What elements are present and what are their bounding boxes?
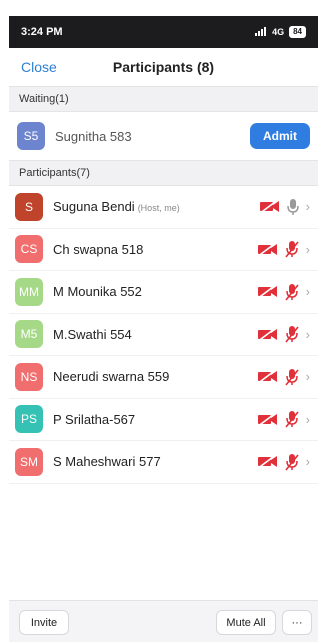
muted-mic-icon: [285, 283, 299, 301]
participant-name-text: M Mounika 552: [53, 284, 142, 300]
chevron-right-icon[interactable]: ›: [306, 370, 310, 383]
participant-name: Ch swapna 518: [53, 242, 258, 257]
participant-row[interactable]: SM S Maheshwari 577 ›: [9, 441, 318, 484]
participant-row[interactable]: PS P Srilatha-567 ›: [9, 399, 318, 441]
camera-off-icon: [257, 455, 278, 469]
participant-name-text: Ch swapna 518: [53, 241, 144, 257]
muted-mic-icon: [285, 410, 299, 428]
participant-name-text: Neerudi swarna 559: [53, 369, 170, 385]
participant-name: P Srilatha-567: [53, 412, 258, 427]
participant-controls: ›: [257, 283, 310, 301]
avatar: CS: [15, 235, 43, 264]
participant-name: M Mounika 552: [53, 284, 258, 299]
participant-name-text: M.Swathi 554: [53, 326, 132, 342]
chevron-right-icon[interactable]: ›: [306, 243, 310, 256]
participant-list: S Suguna Bendi (Host, me) › CS Ch swapna 518 ›…: [9, 186, 318, 484]
participant-row[interactable]: NS Neerudi swarna 559 ›: [9, 356, 318, 399]
mute-all-button[interactable]: Mute All: [216, 610, 276, 635]
participant-controls: ›: [257, 240, 310, 258]
participant-name-text: S Maheshwari 577: [53, 454, 161, 470]
avatar: S5: [17, 122, 45, 150]
signal-icon: [255, 26, 267, 38]
participant-controls: ›: [257, 453, 310, 471]
avatar: SM: [15, 447, 43, 476]
camera-off-icon: [257, 412, 278, 426]
invite-button[interactable]: Invite: [19, 610, 69, 635]
status-indicators: 4G 84: [255, 26, 306, 38]
participant-row[interactable]: S Suguna Bendi (Host, me) ›: [9, 186, 318, 229]
participant-name: Suguna Bendi (Host, me): [53, 199, 260, 214]
participant-name: S Maheshwari 577: [53, 454, 258, 469]
nav-bar: Close Participants (8): [9, 48, 318, 86]
participant-name: Neerudi swarna 559: [53, 369, 258, 384]
participant-name-text: Suguna Bendi: [53, 199, 135, 215]
chevron-right-icon[interactable]: ›: [306, 200, 310, 213]
status-time: 3:24 PM: [21, 26, 63, 38]
status-bar: 3:24 PM 4G 84: [9, 16, 318, 48]
chevron-right-icon[interactable]: ›: [306, 413, 310, 426]
participant-row[interactable]: CS Ch swapna 518 ›: [9, 229, 318, 271]
participant-name: M.Swathi 554: [53, 327, 258, 342]
participants-section-header: Participants(7): [9, 160, 318, 186]
participant-name-text: P Srilatha-567: [53, 411, 136, 427]
muted-mic-icon: [285, 453, 299, 471]
avatar: M5: [15, 320, 43, 349]
battery-icon: 84: [289, 26, 306, 38]
camera-off-icon: [257, 242, 278, 256]
participant-controls: ›: [257, 410, 310, 428]
participant-row[interactable]: M5 M.Swathi 554 ›: [9, 314, 318, 356]
waiting-participant-name: Sugnitha 583: [55, 128, 132, 144]
chevron-right-icon[interactable]: ›: [306, 455, 310, 468]
camera-off-icon: [259, 200, 280, 214]
battery-level: 84: [293, 27, 302, 36]
chevron-right-icon[interactable]: ›: [306, 328, 310, 341]
muted-mic-icon: [285, 325, 299, 343]
participant-controls: ›: [259, 198, 310, 216]
participant-controls: ›: [257, 325, 310, 343]
muted-mic-icon: [285, 240, 299, 258]
avatar: MM: [15, 277, 43, 306]
avatar: NS: [15, 362, 43, 391]
gray-mic-icon: [286, 198, 299, 216]
avatar: S: [15, 192, 43, 221]
participants-screen: Close Participants (8) Waiting(1) S5 Sug…: [9, 48, 318, 642]
camera-off-icon: [257, 285, 278, 299]
participant-controls: ›: [257, 368, 310, 386]
admit-button[interactable]: Admit: [250, 123, 310, 149]
network-type: 4G: [272, 27, 285, 37]
camera-off-icon: [257, 327, 278, 341]
more-options-button[interactable]: ···: [282, 610, 312, 635]
close-button[interactable]: Close: [21, 59, 57, 75]
waiting-section-header: Waiting(1): [9, 86, 318, 112]
host-tag: (Host, me): [137, 203, 180, 214]
camera-off-icon: [257, 370, 278, 384]
waiting-participant-row: S5 Sugnitha 583 Admit: [9, 112, 318, 160]
muted-mic-icon: [285, 368, 299, 386]
participant-row[interactable]: MM M Mounika 552 ›: [9, 271, 318, 314]
chevron-right-icon[interactable]: ›: [306, 285, 310, 298]
bottom-toolbar: Invite Mute All ···: [9, 600, 318, 642]
avatar: PS: [15, 405, 43, 434]
